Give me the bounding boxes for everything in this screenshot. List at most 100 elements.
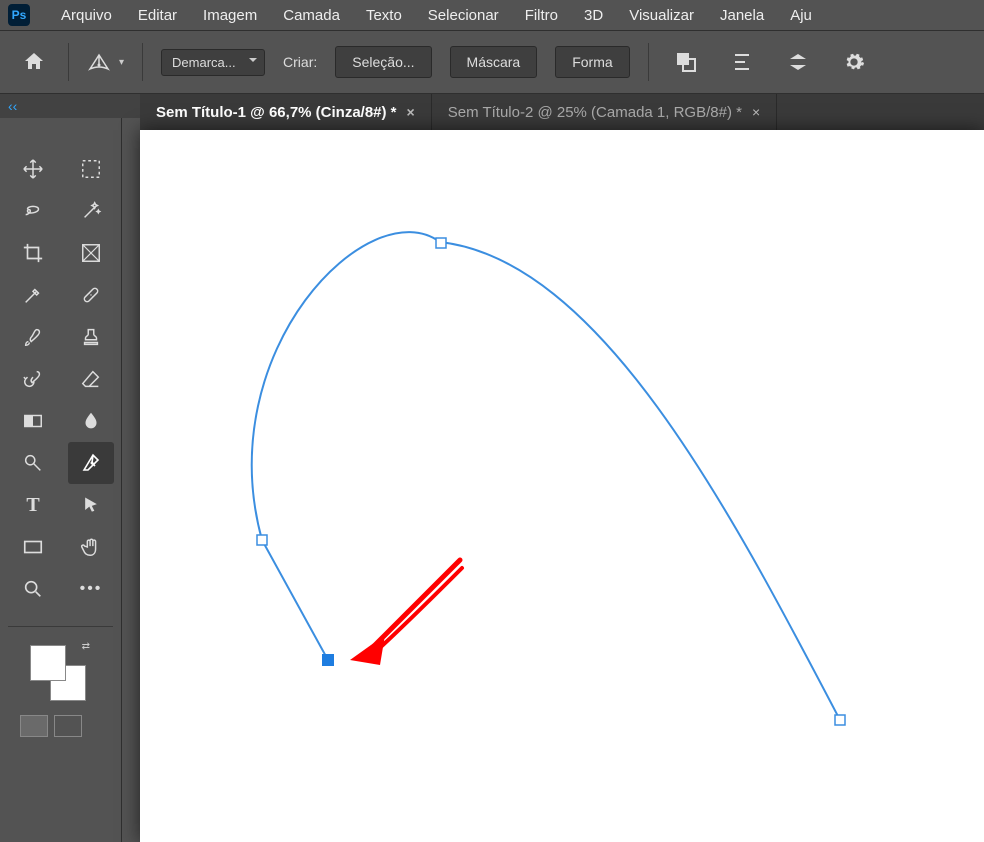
document-canvas[interactable] (140, 130, 984, 842)
menu-filtro[interactable]: Filtro (512, 7, 571, 24)
menu-imagem[interactable]: Imagem (190, 7, 270, 24)
zoom-tool[interactable] (10, 568, 56, 610)
shape-button[interactable]: Forma (555, 46, 629, 78)
path-operations-button[interactable] (667, 43, 705, 81)
path-select-tool[interactable] (68, 484, 114, 526)
mask-button[interactable]: Máscara (450, 46, 538, 78)
menu-selecionar[interactable]: Selecionar (415, 7, 512, 24)
menu-ajuda[interactable]: Aju (777, 7, 825, 24)
hand-icon (80, 536, 102, 558)
standard-mode-button[interactable] (20, 715, 48, 737)
menu-arquivo[interactable]: Arquivo (48, 7, 125, 24)
color-swatches[interactable]: ⇄ (30, 645, 86, 701)
brush-tool[interactable] (10, 316, 56, 358)
history-brush-tool[interactable] (10, 358, 56, 400)
edit-toolbar-button[interactable]: ••• (68, 568, 114, 610)
menu-3d[interactable]: 3D (571, 7, 616, 24)
foreground-color-swatch[interactable] (30, 645, 66, 681)
dodge-tool[interactable] (10, 442, 56, 484)
dodge-icon (22, 452, 44, 474)
stamp-tool[interactable] (68, 316, 114, 358)
menu-texto[interactable]: Texto (353, 7, 415, 24)
menu-editar[interactable]: Editar (125, 7, 190, 24)
lasso-icon (22, 200, 44, 222)
rectangle-icon (22, 536, 44, 558)
pen-icon (79, 451, 103, 475)
canvas-area[interactable] (140, 130, 984, 842)
history-brush-icon (22, 368, 44, 390)
settings-button[interactable] (835, 43, 873, 81)
frame-tool[interactable] (68, 232, 114, 274)
menu-janela[interactable]: Janela (707, 7, 777, 24)
close-icon[interactable]: × (407, 104, 415, 120)
rectangle-tool[interactable] (10, 526, 56, 568)
lasso-tool[interactable] (10, 190, 56, 232)
anchor-point[interactable] (436, 238, 446, 248)
home-button[interactable] (18, 46, 50, 78)
move-icon (22, 158, 44, 180)
swap-colors-icon[interactable]: ⇄ (82, 641, 90, 652)
tool-preset-dropdown[interactable]: ▾ (87, 51, 124, 73)
chevron-down-icon: ▾ (119, 57, 124, 68)
path-arrange-button[interactable] (779, 43, 817, 81)
menu-bar: Ps Arquivo Editar Imagem Camada Texto Se… (0, 0, 984, 30)
hand-tool[interactable] (68, 526, 114, 568)
menu-camada[interactable]: Camada (270, 7, 353, 24)
pen-tool[interactable] (68, 442, 114, 484)
path-combine-icon (675, 51, 697, 73)
mode-dropdown[interactable]: Demarca... (161, 49, 265, 76)
marquee-icon (80, 158, 102, 180)
stamp-icon (80, 326, 102, 348)
crop-icon (22, 242, 44, 264)
doc-tab-label: Sem Título-2 @ 25% (Camada 1, RGB/8#) * (448, 104, 742, 121)
eraser-tool[interactable] (68, 358, 114, 400)
bezier-path[interactable] (252, 232, 840, 720)
quickmask-mode-button[interactable] (54, 715, 82, 737)
pen-tool-preset-icon (87, 51, 113, 73)
eraser-icon (80, 368, 102, 390)
separator (68, 43, 69, 81)
healing-tool[interactable] (68, 274, 114, 316)
align-icon (731, 51, 753, 73)
separator (142, 43, 143, 81)
blur-tool[interactable] (68, 400, 114, 442)
close-icon[interactable]: × (752, 104, 760, 120)
path-alignment-button[interactable] (723, 43, 761, 81)
anchor-point[interactable] (835, 715, 845, 725)
gradient-tool[interactable] (10, 400, 56, 442)
zoom-icon (22, 578, 44, 600)
brush-icon (22, 326, 44, 348)
panel-collapse-button[interactable]: ‹‹ (0, 94, 140, 118)
arrange-icon (787, 51, 809, 73)
options-bar: ▾ Demarca... Criar: Seleção... Máscara F… (0, 30, 984, 94)
doc-tab-1[interactable]: Sem Título-1 @ 66,7% (Cinza/8#) * × (140, 94, 432, 130)
annotation-arrow (350, 560, 462, 665)
gradient-icon (22, 410, 44, 432)
doc-tab-label: Sem Título-1 @ 66,7% (Cinza/8#) * (156, 104, 397, 121)
selection-button[interactable]: Seleção... (335, 46, 431, 78)
type-tool[interactable]: T (10, 484, 56, 526)
ellipsis-icon: ••• (80, 580, 103, 598)
create-label: Criar: (283, 54, 317, 70)
gear-icon (843, 51, 865, 73)
eyedropper-icon (22, 284, 44, 306)
canvas-path-drawing (140, 130, 984, 842)
tools-panel: T ••• ⇄ (0, 118, 122, 842)
blur-icon (80, 410, 102, 432)
magic-wand-tool[interactable] (68, 190, 114, 232)
menu-visualizar[interactable]: Visualizar (616, 7, 707, 24)
crop-tool[interactable] (10, 232, 56, 274)
move-tool[interactable] (10, 148, 56, 190)
wand-icon (80, 200, 102, 222)
document-tabs: Sem Título-1 @ 66,7% (Cinza/8#) * × Sem … (140, 94, 984, 130)
eyedropper-tool[interactable] (10, 274, 56, 316)
app-logo: Ps (8, 4, 30, 26)
home-icon (22, 50, 46, 74)
bandaid-icon (80, 284, 102, 306)
marquee-tool[interactable] (68, 148, 114, 190)
tools-grid: T ••• (0, 148, 121, 610)
panel-divider (8, 626, 113, 627)
anchor-point-selected[interactable] (322, 654, 334, 666)
anchor-point[interactable] (257, 535, 267, 545)
doc-tab-2[interactable]: Sem Título-2 @ 25% (Camada 1, RGB/8#) * … (432, 94, 777, 130)
